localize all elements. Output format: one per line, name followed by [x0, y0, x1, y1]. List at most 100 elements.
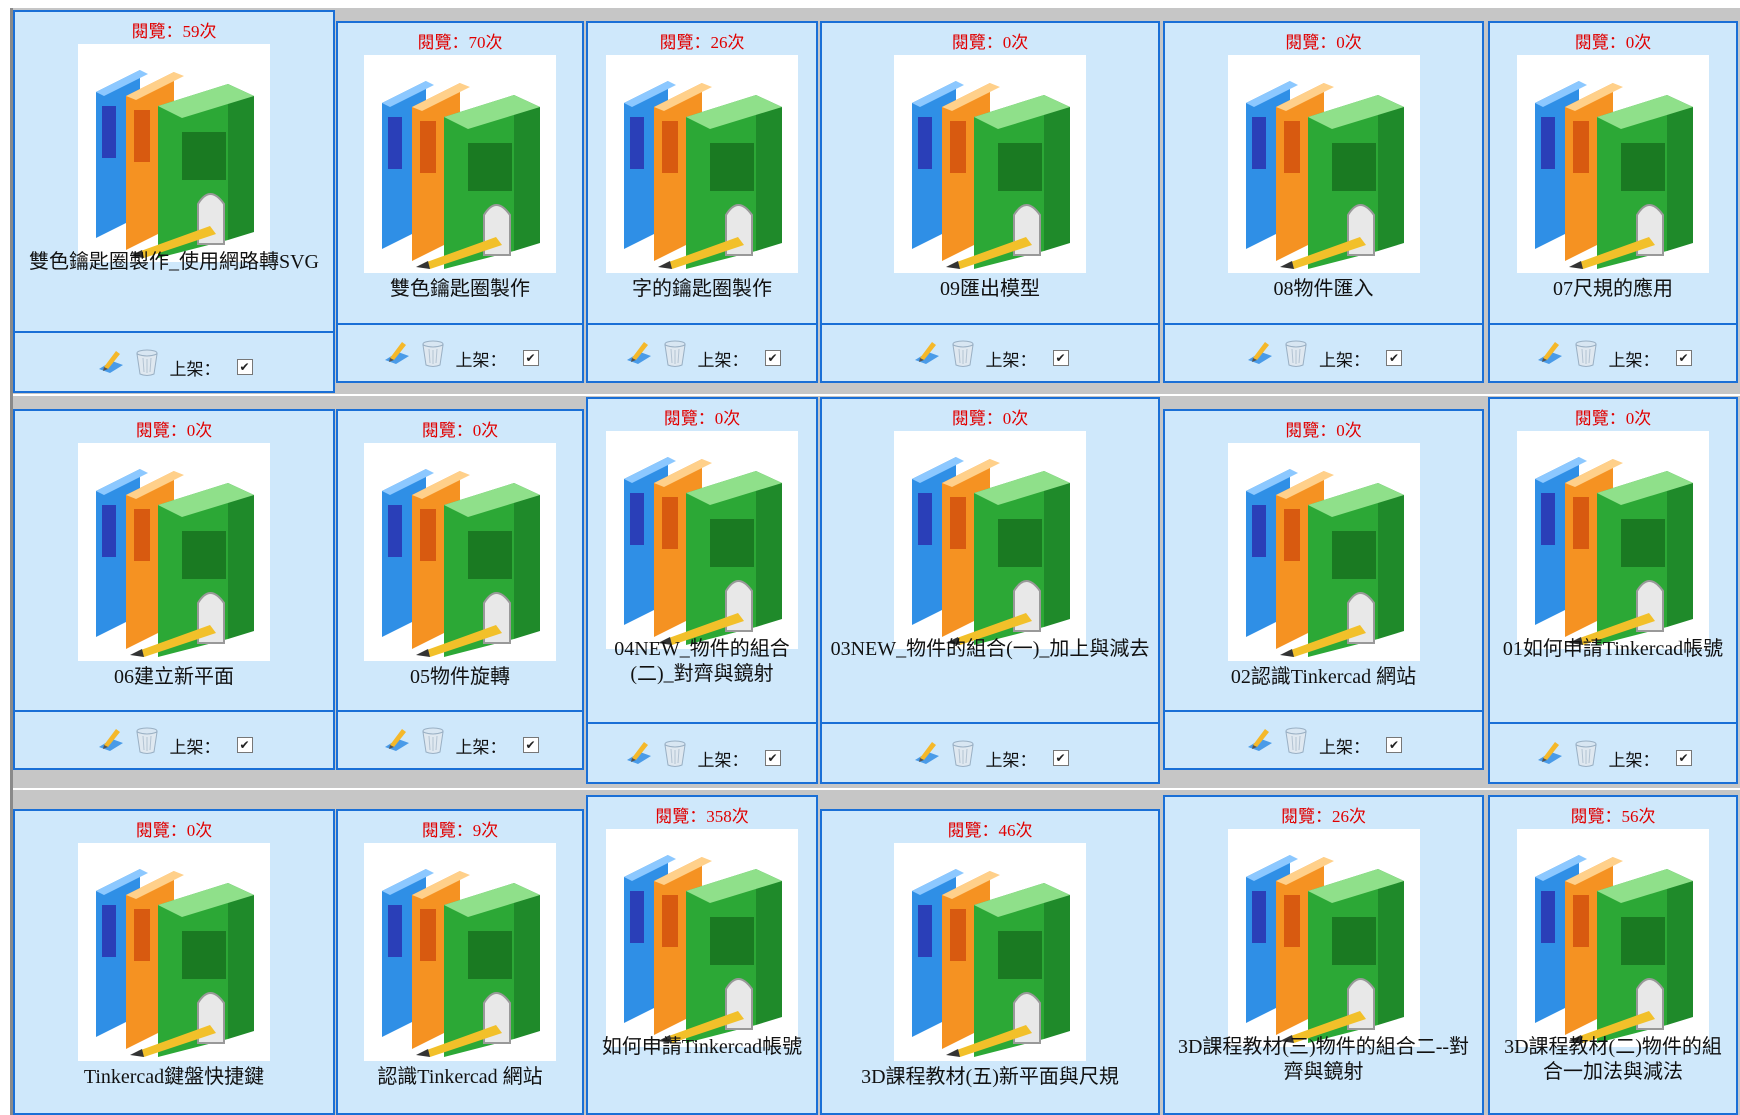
course-title[interactable]: 04NEW_物件的組合(二)_對齊與鏡射 — [594, 637, 810, 687]
trash-can-icon[interactable] — [1281, 338, 1311, 368]
edit-pencil-icon[interactable] — [1245, 338, 1275, 368]
edit-pencil-icon[interactable] — [1535, 738, 1565, 768]
course-title[interactable]: 02認識Tinkercad 網站 — [1171, 665, 1476, 690]
publish-checkbox[interactable]: ✔ — [1052, 750, 1069, 766]
book-binder-icon[interactable] — [78, 443, 270, 661]
course-title[interactable]: 字的鑰匙圈製作 — [594, 277, 810, 302]
course-card[interactable]: 閱覽：358次 如何申請Tinkercad帳號 — [586, 795, 818, 1115]
book-binder-icon[interactable] — [606, 431, 798, 649]
publish-label: 上架： — [169, 359, 221, 379]
book-binder-icon[interactable] — [1227, 55, 1420, 273]
course-card[interactable]: 閱覽：0次 Tinkercad鍵盤快捷鍵 — [13, 809, 335, 1115]
publish-checkbox[interactable]: ✔ — [1386, 737, 1402, 753]
book-binder-icon[interactable] — [1517, 829, 1709, 1047]
course-title[interactable]: 3D課程教材(三)物件的組合二--對齊與鏡射 — [1171, 1035, 1476, 1085]
book-binder-icon[interactable] — [364, 55, 556, 273]
book-binder-icon[interactable] — [1227, 829, 1420, 1047]
book-binder-icon[interactable] — [894, 843, 1086, 1061]
course-title[interactable]: 06建立新平面 — [21, 665, 327, 690]
course-card[interactable]: 閱覽：0次 08物件匯入 上架： ✔ — [1163, 21, 1484, 383]
trash-can-icon[interactable] — [948, 738, 978, 768]
course-card[interactable]: 閱覽：0次 01如何申請Tinkercad帳號 上架： ✔ — [1488, 397, 1738, 784]
course-card[interactable]: 閱覽：26次 字的鑰匙圈製作 上架： ✔ — [586, 21, 818, 383]
course-card[interactable]: 閱覽：26次 3D課程教材(三)物件的組合二--對齊與鏡射 — [1163, 795, 1484, 1115]
edit-pencil-icon[interactable] — [912, 738, 942, 768]
trash-can-icon[interactable] — [418, 338, 448, 368]
book-binder-icon[interactable] — [364, 443, 556, 661]
publish-checkbox[interactable]: ✔ — [1386, 350, 1402, 366]
course-title[interactable]: 雙色鑰匙圈製作_使用網路轉SVG — [21, 250, 327, 275]
view-count: 閱覽：0次 — [951, 33, 1029, 52]
edit-pencil-icon[interactable] — [912, 338, 942, 368]
trash-can-icon[interactable] — [948, 338, 978, 368]
edit-pencil-icon[interactable] — [382, 725, 412, 755]
course-card[interactable]: 閱覽：0次 07尺規的應用 上架： ✔ — [1488, 21, 1738, 383]
card-actions: 上架： ✔ — [588, 722, 816, 782]
course-card[interactable]: 閱覽：9次 認識Tinkercad 網站 — [336, 809, 584, 1115]
edit-pencil-icon[interactable] — [96, 347, 126, 377]
edit-pencil-icon[interactable] — [96, 725, 126, 755]
course-title[interactable]: 05物件旋轉 — [344, 665, 576, 690]
course-title[interactable]: 03NEW_物件的組合(一)_加上與減去 — [828, 637, 1152, 662]
course-title[interactable]: 09匯出模型 — [828, 277, 1152, 302]
trash-can-icon[interactable] — [1281, 725, 1311, 755]
book-binder-icon[interactable] — [78, 843, 270, 1061]
course-card[interactable]: 閱覽：0次 06建立新平面 上架： ✔ — [13, 409, 335, 770]
publish-checkbox[interactable]: ✔ — [1675, 750, 1692, 766]
edit-pencil-icon[interactable] — [624, 738, 654, 768]
trash-can-icon[interactable] — [1571, 738, 1601, 768]
course-title[interactable]: 3D課程教材(五)新平面與尺規 — [828, 1065, 1152, 1090]
edit-pencil-icon[interactable] — [1245, 725, 1275, 755]
book-binder-icon[interactable] — [1517, 431, 1709, 649]
edit-pencil-icon[interactable] — [1535, 338, 1565, 368]
book-binder-icon[interactable] — [606, 829, 798, 1047]
publish-label: 上架： — [455, 350, 507, 370]
trash-can-icon[interactable] — [132, 725, 162, 755]
course-title[interactable]: 如何申請Tinkercad帳號 — [594, 1035, 810, 1060]
publish-checkbox[interactable]: ✔ — [236, 359, 253, 375]
course-card[interactable]: 閱覽：70次 雙色鑰匙圈製作 上架： ✔ — [336, 21, 584, 383]
trash-can-icon[interactable] — [660, 738, 690, 768]
course-title[interactable]: 08物件匯入 — [1171, 277, 1476, 302]
publish-label: 上架： — [169, 737, 221, 757]
trash-can-icon[interactable] — [660, 338, 690, 368]
book-binder-icon[interactable] — [1517, 55, 1709, 273]
course-title[interactable]: 01如何申請Tinkercad帳號 — [1496, 637, 1730, 662]
publish-label: 上架： — [697, 350, 749, 370]
trash-can-icon[interactable] — [1571, 338, 1601, 368]
book-binder-icon[interactable] — [364, 843, 556, 1061]
publish-checkbox[interactable]: ✔ — [522, 350, 539, 366]
course-title[interactable]: 07尺規的應用 — [1496, 277, 1730, 302]
publish-checkbox[interactable]: ✔ — [522, 737, 539, 753]
publish-checkbox[interactable]: ✔ — [1675, 350, 1692, 366]
publish-checkbox[interactable]: ✔ — [764, 750, 781, 766]
publish-label: 上架： — [985, 350, 1037, 370]
course-title[interactable]: 雙色鑰匙圈製作 — [344, 277, 576, 302]
course-title[interactable]: 認識Tinkercad 網站 — [344, 1065, 576, 1090]
course-card[interactable]: 閱覽：59次 雙色鑰匙圈製作_使用網路轉SVG 上架： ✔ — [13, 10, 335, 393]
course-card[interactable]: 閱覽：0次 04NEW_物件的組合(二)_對齊與鏡射 上架： ✔ — [586, 397, 818, 784]
publish-checkbox[interactable]: ✔ — [764, 350, 781, 366]
edit-pencil-icon[interactable] — [382, 338, 412, 368]
publish-label: 上架： — [1608, 350, 1660, 370]
view-count: 閱覽：56次 — [1570, 807, 1656, 826]
course-card[interactable]: 閱覽：56次 3D課程教材(二)物件的組合一加法與減法 — [1488, 795, 1738, 1115]
course-title[interactable]: Tinkercad鍵盤快捷鍵 — [21, 1065, 327, 1090]
course-card[interactable]: 閱覽：0次 05物件旋轉 上架： ✔ — [336, 409, 584, 770]
trash-can-icon[interactable] — [418, 725, 448, 755]
publish-checkbox[interactable]: ✔ — [236, 737, 253, 753]
edit-pencil-icon[interactable] — [624, 338, 654, 368]
course-card[interactable]: 閱覽：46次 3D課程教材(五)新平面與尺規 — [820, 809, 1160, 1115]
course-card[interactable]: 閱覽：0次 02認識Tinkercad 網站 上架： ✔ — [1163, 409, 1484, 770]
trash-can-icon[interactable] — [132, 347, 162, 377]
course-title[interactable]: 3D課程教材(二)物件的組合一加法與減法 — [1496, 1035, 1730, 1085]
course-card[interactable]: 閱覽：0次 03NEW_物件的組合(一)_加上與減去 上架： ✔ — [820, 397, 1160, 784]
book-binder-icon[interactable] — [894, 431, 1086, 649]
publish-checkbox[interactable]: ✔ — [1052, 350, 1069, 366]
course-card[interactable]: 閱覽：0次 09匯出模型 上架： ✔ — [820, 21, 1160, 383]
book-binder-icon[interactable] — [606, 55, 798, 273]
publish-label: 上架： — [1608, 750, 1660, 770]
book-binder-icon[interactable] — [1227, 443, 1420, 661]
book-binder-icon[interactable] — [78, 44, 270, 262]
book-binder-icon[interactable] — [894, 55, 1086, 273]
